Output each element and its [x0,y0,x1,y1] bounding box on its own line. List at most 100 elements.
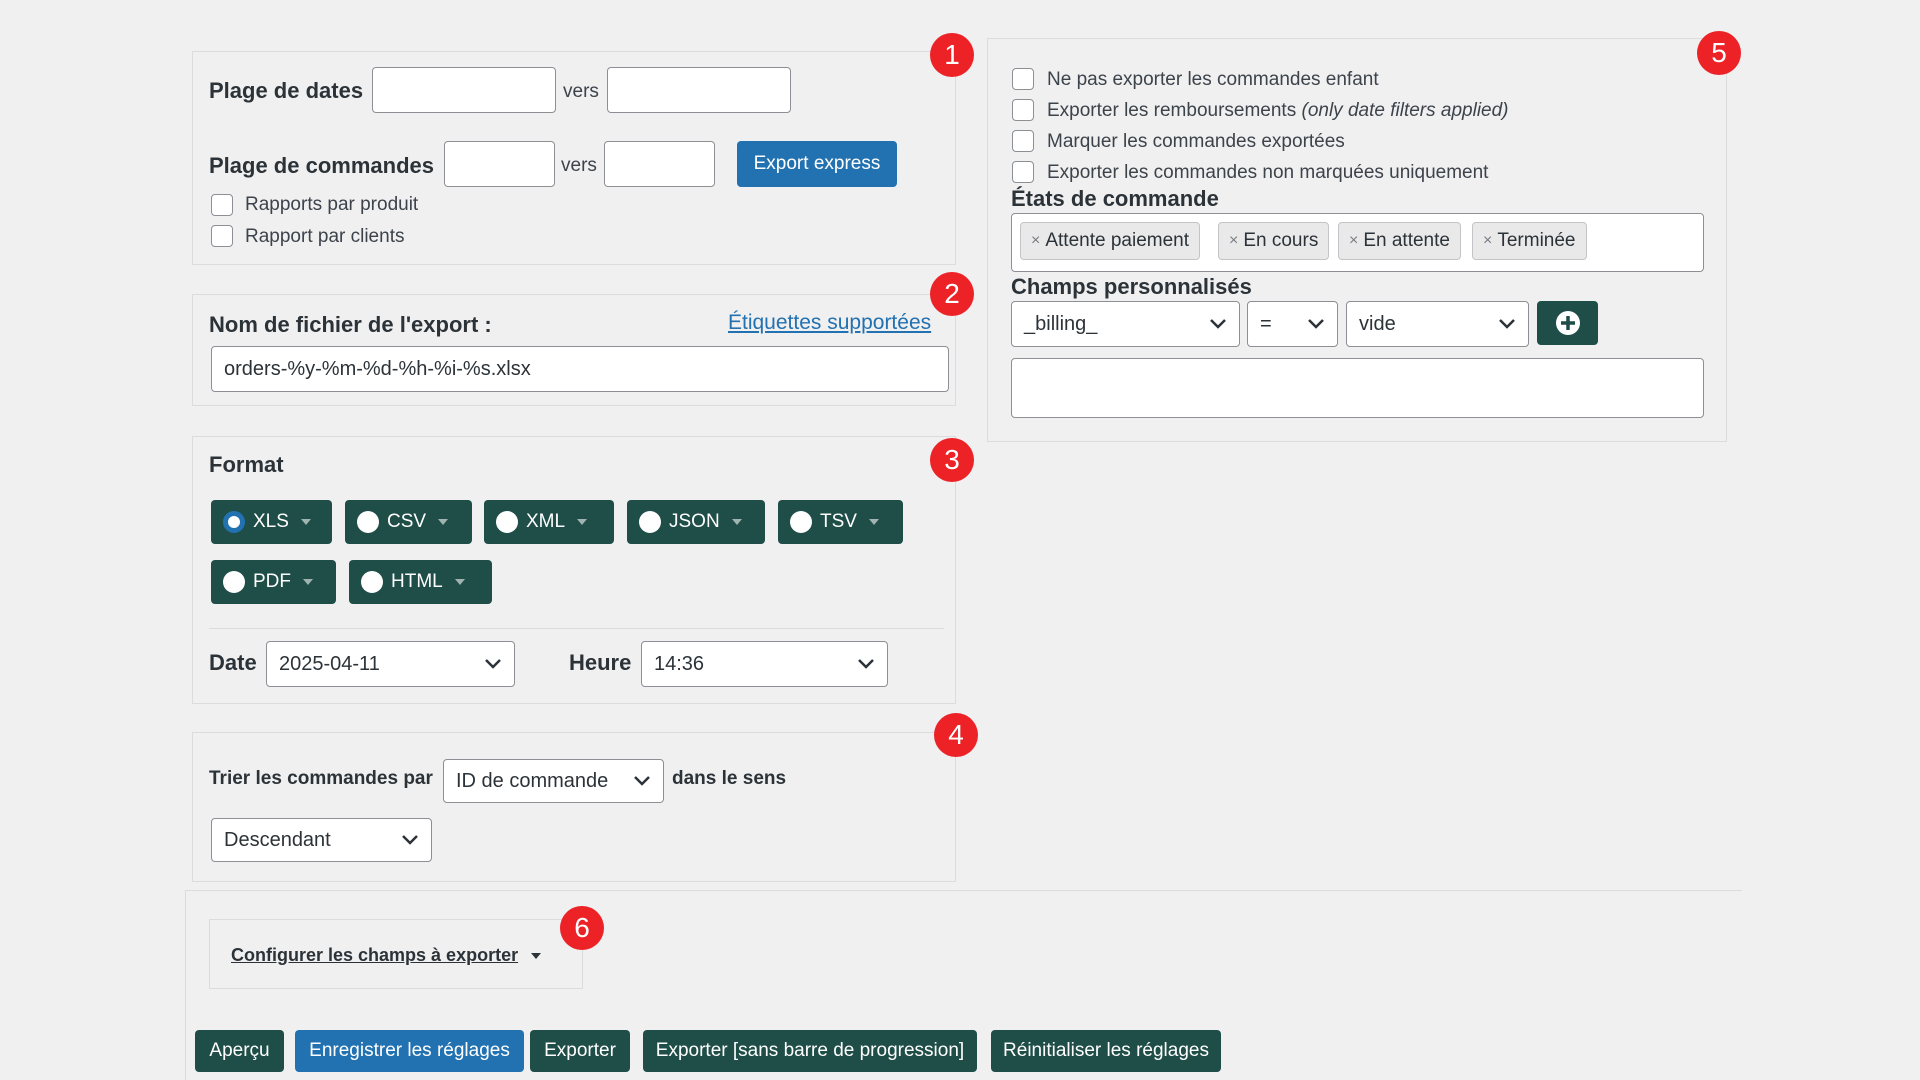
remove-tag-icon[interactable]: × [1031,232,1040,250]
operator-value: = [1260,312,1272,335]
date-select-value: 2025-04-11 [279,652,380,675]
format-json-radio[interactable] [639,511,661,533]
operator-select[interactable]: = [1247,301,1338,347]
date-to-input[interactable] [607,67,791,113]
time-select[interactable]: 14:36 [641,641,888,687]
export-refunds-checkbox[interactable] [1012,99,1034,121]
format-xml-button[interactable]: XML [484,500,614,544]
export-no-progress-button[interactable]: Exporter [sans barre de progression] [643,1030,977,1072]
badge-2: 2 [930,272,974,316]
supported-tags-link[interactable]: Étiquettes supportées [728,311,931,335]
chevron-down-icon [634,776,650,786]
mark-exported-checkbox[interactable] [1012,130,1034,152]
format-pdf-radio[interactable] [223,571,245,593]
order-to-input[interactable] [604,141,715,187]
format-html-button[interactable]: HTML [349,560,492,604]
chevron-down-icon [858,659,874,669]
direction-select[interactable]: Descendant [211,818,432,862]
order-state-tag-label: En attente [1363,230,1450,251]
sort-by-value: ID de commande [456,769,609,792]
remove-tag-icon[interactable]: × [1349,232,1358,250]
format-csv-button[interactable]: CSV [345,500,472,544]
format-xml-radio[interactable] [496,511,518,533]
time-select-value: 14:36 [654,652,705,675]
unmarked-only-checkbox[interactable] [1012,161,1034,183]
format-pdf-button[interactable]: PDF [211,560,336,604]
filename-label: Nom de fichier de l'export : [209,312,492,337]
sort-by-select[interactable]: ID de commande [443,759,664,803]
plus-circle-icon [1555,311,1580,335]
remove-tag-icon[interactable]: × [1483,232,1492,250]
date-select[interactable]: 2025-04-11 [266,641,515,687]
badge-6: 6 [560,906,604,950]
format-html-radio[interactable] [361,571,383,593]
custom-field-select[interactable]: _billing_ [1011,301,1240,347]
products-report-label: Rapports par produit [245,194,419,215]
custom-field-value: _billing_ [1024,312,1098,335]
products-report-checkbox[interactable] [211,194,233,216]
fields-divider [185,890,1742,891]
configure-fields-toggle[interactable]: Configurer les champs à exporter [231,945,542,966]
order-state-tag[interactable]: × En attente [1338,222,1461,260]
order-state-tag-label: Attente paiement [1045,230,1189,251]
format-csv-radio[interactable] [357,511,379,533]
order-state-tag[interactable]: × En cours [1218,222,1330,260]
badge-4: 4 [934,713,978,757]
format-tsv-label: TSV [820,511,857,532]
caret-down-icon [531,953,542,960]
date-from-input[interactable] [372,67,556,113]
export-refunds-label: Exporter les remboursements (only date f… [1047,100,1509,122]
format-title: Format [209,452,284,477]
direction-value: Descendant [224,828,331,851]
chevron-down-icon [1210,319,1226,329]
configure-fields-label: Configurer les champs à exporter [231,945,519,965]
chevron-down-icon [1308,319,1324,329]
chevron-down-icon [454,579,465,585]
clients-report-checkbox[interactable] [211,225,233,247]
order-state-tag[interactable]: × Attente paiement [1020,222,1200,260]
chevron-down-icon [731,519,742,525]
mark-exported-label: Marquer les commandes exportées [1047,131,1345,152]
custom-fields-list[interactable] [1011,358,1704,418]
chevron-down-icon [300,519,311,525]
compare-value-select[interactable]: vide [1346,301,1529,347]
order-vers-label: vers [561,155,597,176]
date-range-label: Plage de dates [209,78,364,103]
filename-input[interactable]: orders-%y-%m-%d-%h-%i-%s.xlsx [211,346,949,392]
format-xls-label: XLS [253,511,289,532]
badge-5: 5 [1697,31,1741,75]
order-range-label: Plage de commandes [209,153,434,178]
order-state-tag-label: Terminée [1497,230,1576,251]
format-tsv-button[interactable]: TSV [778,500,903,544]
format-xls-button[interactable]: XLS [211,500,332,544]
format-xls-radio[interactable] [223,511,245,533]
chevron-down-icon [868,519,879,525]
format-tsv-radio[interactable] [790,511,812,533]
format-json-label: JSON [669,511,720,532]
export-express-button[interactable]: Export express [737,141,897,187]
remove-tag-icon[interactable]: × [1229,232,1238,250]
no-child-orders-checkbox[interactable] [1012,68,1034,90]
fields-left-border [185,890,186,1080]
format-divider [209,628,944,629]
save-settings-button[interactable]: Enregistrer les réglages [295,1030,524,1072]
add-custom-field-button[interactable] [1537,301,1598,345]
preview-button[interactable]: Aperçu [195,1030,284,1072]
chevron-down-icon [303,579,313,585]
format-html-label: HTML [391,571,443,592]
compare-value: vide [1359,312,1396,335]
badge-3: 3 [930,438,974,482]
chevron-down-icon [402,835,418,845]
format-json-button[interactable]: JSON [627,500,765,544]
export-refunds-text: Exporter les remboursements [1047,100,1297,121]
order-state-tag[interactable]: × Terminée [1472,222,1587,260]
export-refunds-note: (only date filters applied) [1301,100,1509,121]
time-label: Heure [569,650,632,675]
order-from-input[interactable] [444,141,555,187]
unmarked-only-label: Exporter les commandes non marquées uniq… [1047,162,1489,183]
order-state-tag-label: En cours [1243,230,1319,251]
reset-settings-button[interactable]: Réinitialiser les réglages [991,1030,1221,1072]
export-button[interactable]: Exporter [530,1030,630,1072]
format-csv-label: CSV [387,511,427,532]
chevron-down-icon [438,519,449,525]
